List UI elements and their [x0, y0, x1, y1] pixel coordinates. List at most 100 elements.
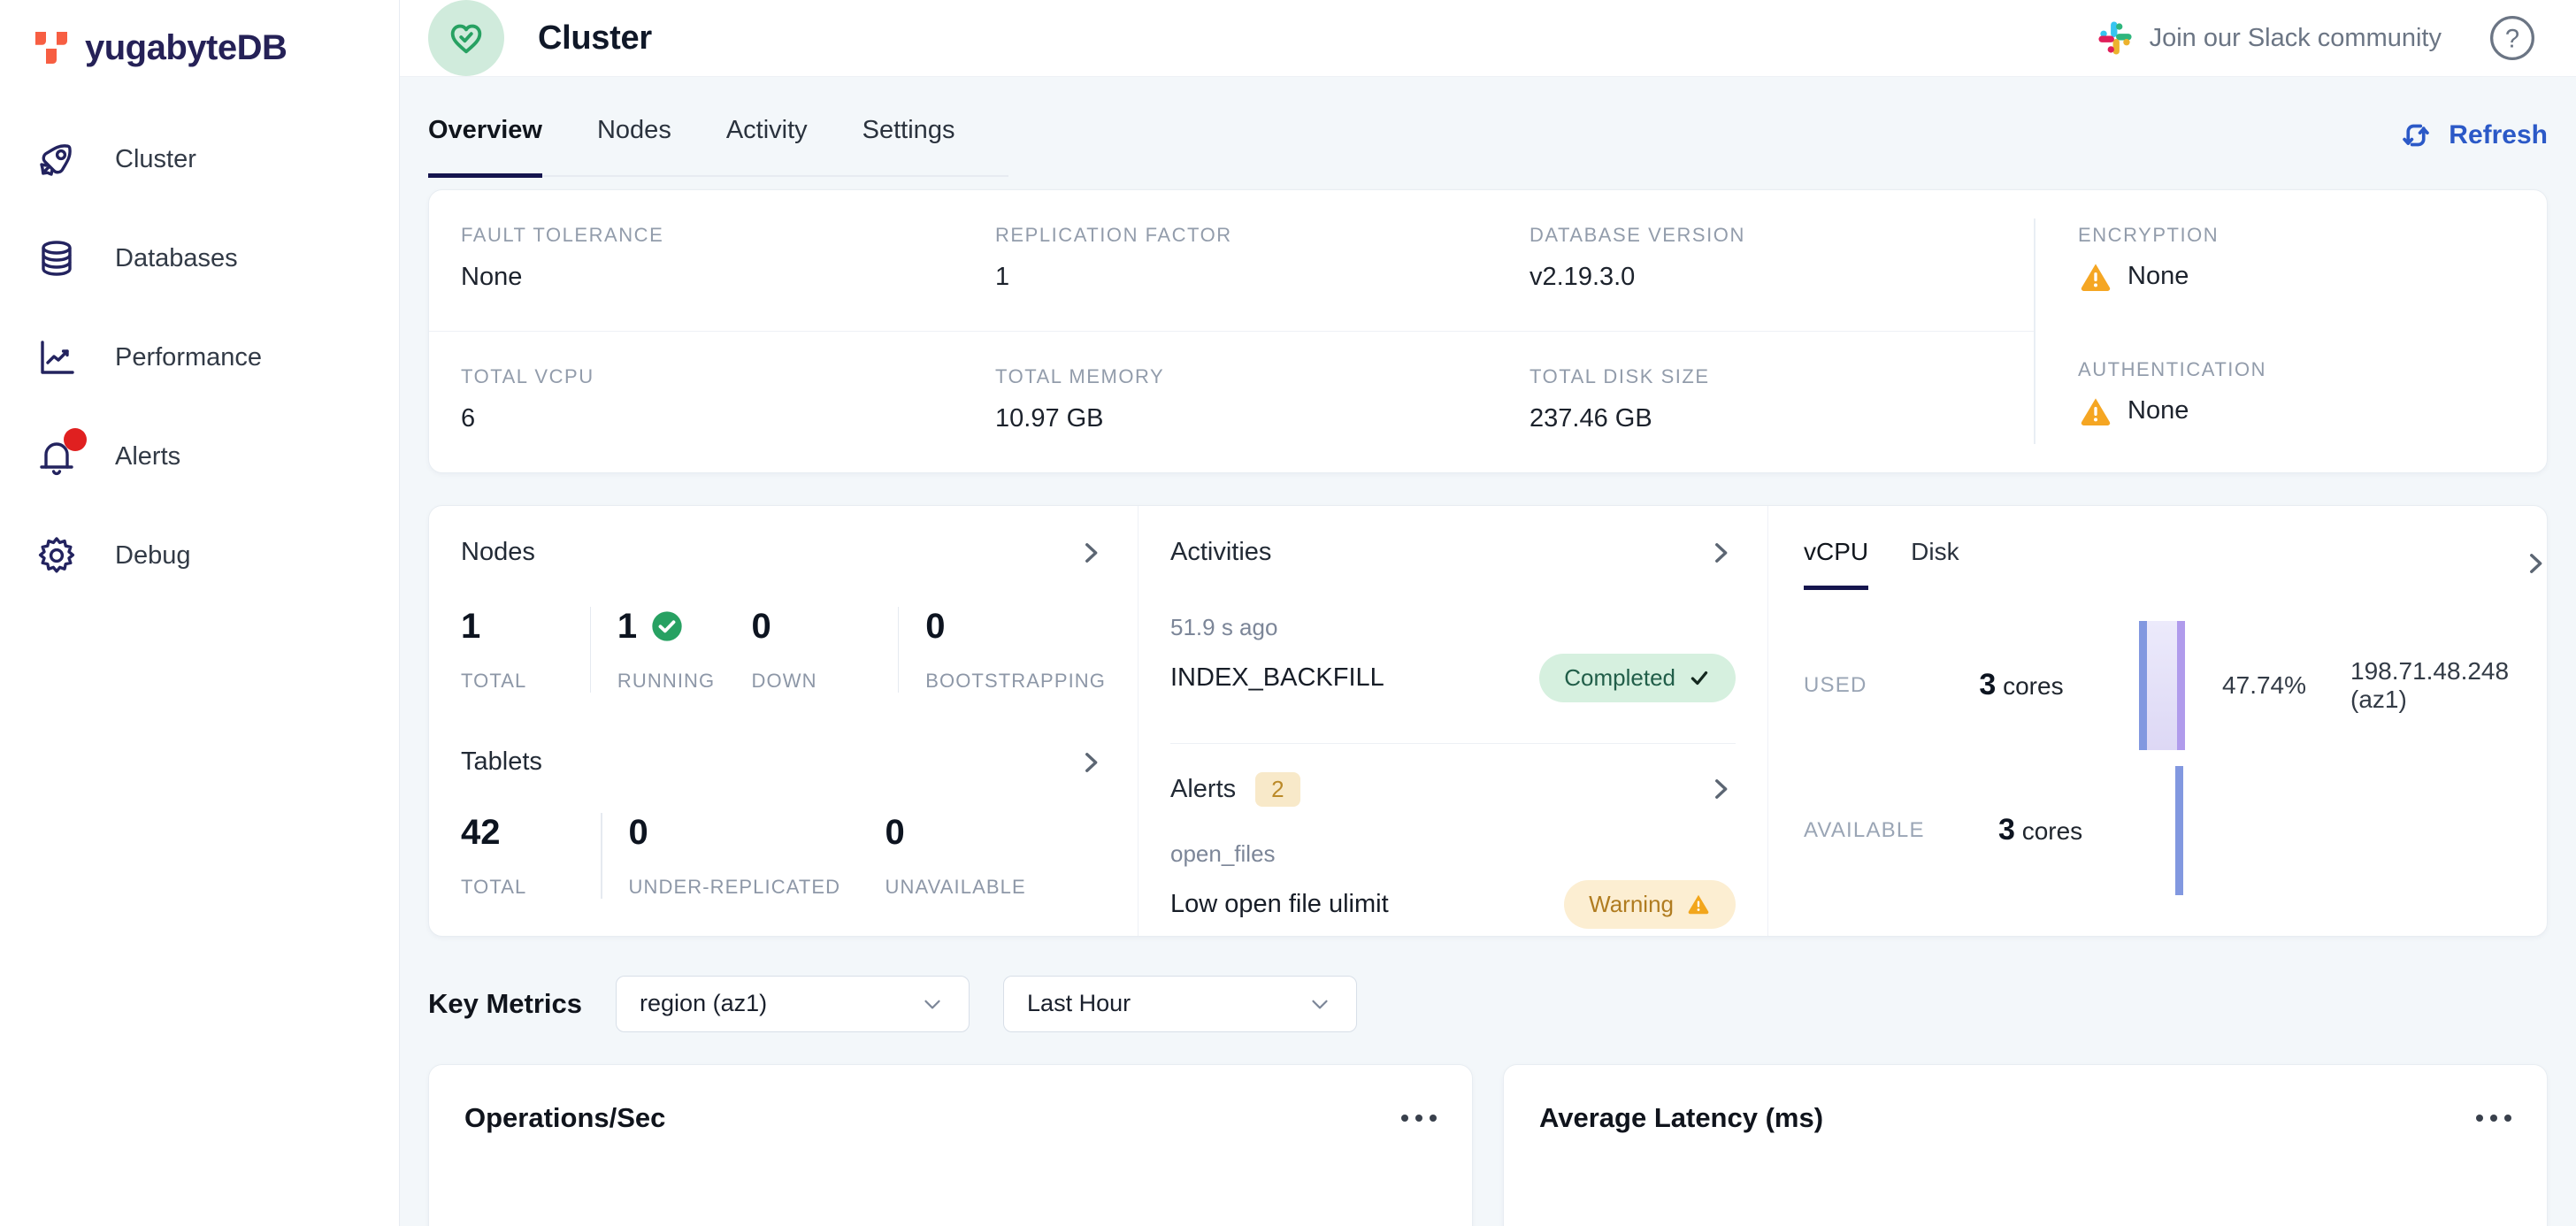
- more-options-icon[interactable]: [2476, 1102, 2511, 1122]
- nodes-running-value: 1: [617, 607, 752, 647]
- alert-row: Low open file ulimit Warning: [1170, 880, 1736, 929]
- alert-message: Low open file ulimit: [1170, 890, 1389, 919]
- average-latency-card: Average Latency (ms): [1503, 1064, 2548, 1226]
- operations-card-title: Operations/Sec: [464, 1102, 665, 1134]
- total-disk-stat: TOTAL DISK SIZE 237.46 GB: [1530, 365, 2034, 433]
- chevron-right-icon[interactable]: [1706, 538, 1736, 568]
- alerts-count-badge: 2: [1255, 772, 1300, 807]
- content: Overview Nodes Activity Settings R: [400, 77, 2576, 1226]
- sidebar-item-cluster[interactable]: Cluster: [0, 110, 399, 209]
- tablets-panel-title: Tablets: [461, 747, 542, 777]
- total-vcpu-stat: TOTAL VCPU 6: [461, 365, 995, 433]
- alerts-panel-header: Alerts 2: [1170, 772, 1736, 807]
- page-title: Cluster: [538, 19, 652, 57]
- tab-settings[interactable]: Settings: [862, 103, 955, 178]
- tablets-under-replicated-value: 0: [629, 813, 886, 853]
- tablets-panel-header: Tablets: [461, 747, 1106, 778]
- sidebar-item-label: Databases: [115, 244, 238, 273]
- status-badge-warning: Warning: [1564, 880, 1736, 929]
- refresh-button[interactable]: Refresh: [2397, 117, 2548, 177]
- database-icon: [35, 237, 78, 280]
- total-memory-stat: TOTAL MEMORY 10.97 GB: [995, 365, 1530, 433]
- activities-panel-title: Activities: [1170, 538, 1271, 567]
- fault-tolerance-stat: FAULT TOLERANCE None: [461, 224, 995, 292]
- operations-per-sec-card: Operations/Sec: [428, 1064, 1473, 1226]
- sidebar-item-label: Performance: [115, 343, 262, 372]
- tablets-total-value: 42: [461, 813, 574, 853]
- bell-icon: [35, 435, 78, 478]
- sidebar-item-label: Cluster: [115, 145, 196, 174]
- activities-panel-header: Activities: [1170, 538, 1736, 568]
- sidebar-nav: Cluster Databases: [0, 110, 399, 605]
- replication-factor-stat: REPLICATION FACTOR 1: [995, 224, 1530, 292]
- chevron-right-icon[interactable]: [1706, 774, 1736, 804]
- usage-row-used: USED 3 cores 47.74% 198.71.48.248 (az1): [1804, 613, 2550, 758]
- chevron-down-icon: [1307, 991, 1333, 1017]
- used-percent: 47.74%: [2222, 671, 2306, 700]
- performance-chart-icon: [35, 336, 78, 379]
- chevron-right-icon[interactable]: [1076, 538, 1106, 568]
- alert-notification-dot: [64, 428, 87, 451]
- sidebar-item-alerts[interactable]: Alerts: [0, 407, 399, 506]
- tab-nodes[interactable]: Nodes: [597, 103, 671, 178]
- database-version-stat: DATABASE VERSION v2.19.3.0: [1530, 224, 2034, 292]
- chevron-down-icon: [919, 991, 946, 1017]
- usage-row-available: AVAILABLE 3 cores: [1804, 758, 2550, 903]
- tablets-stats: 42 TOTAL 0 UNDER-REPLICATED 0 UNAVAILABL…: [461, 813, 1106, 899]
- slack-icon: [2097, 19, 2134, 57]
- key-metrics-toolbar: Key Metrics region (az1) Last Hour: [428, 976, 2548, 1032]
- status-badge-completed: Completed: [1539, 654, 1736, 702]
- alerts-panel-title: Alerts: [1170, 775, 1236, 804]
- sidebar-item-label: Debug: [115, 541, 190, 571]
- nodes-down-value: 0: [752, 607, 871, 647]
- rocket-icon: [35, 138, 78, 180]
- help-icon[interactable]: ?: [2488, 13, 2537, 63]
- cluster-summary-card: FAULT TOLERANCE None REPLICATION FACTOR …: [428, 189, 2548, 473]
- used-node-address: 198.71.48.248 (az1): [2350, 657, 2550, 714]
- warning-triangle-icon: [2078, 394, 2113, 429]
- activity-row: INDEX_BACKFILL Completed: [1170, 654, 1736, 702]
- alert-key: open_files: [1170, 840, 1736, 868]
- activity-name: INDEX_BACKFILL: [1170, 663, 1384, 693]
- tab-vcpu[interactable]: vCPU: [1804, 538, 1868, 590]
- tab-disk[interactable]: Disk: [1911, 538, 1959, 590]
- slack-community-link[interactable]: Join our Slack community: [2097, 19, 2442, 57]
- available-bar: [2175, 766, 2183, 895]
- cluster-health-icon: [428, 0, 504, 76]
- topbar: Cluster: [400, 0, 2576, 77]
- region-select[interactable]: region (az1): [616, 976, 970, 1032]
- overview-card: Nodes 1 TOTAL 1: [428, 505, 2548, 937]
- main-area: Cluster: [400, 0, 2576, 1226]
- nodes-panel-header: Nodes: [461, 538, 1106, 568]
- encryption-stat: ENCRYPTION None: [2078, 224, 2547, 295]
- refresh-label: Refresh: [2449, 120, 2548, 150]
- chevron-right-icon[interactable]: [1076, 747, 1106, 778]
- tab-overview[interactable]: Overview: [428, 103, 542, 178]
- check-circle-icon: [649, 609, 685, 644]
- sidebar-item-performance[interactable]: Performance: [0, 308, 399, 407]
- tab-activity[interactable]: Activity: [726, 103, 808, 178]
- time-range-select[interactable]: Last Hour: [1003, 976, 1357, 1032]
- key-metrics-title: Key Metrics: [428, 988, 582, 1020]
- app-root: yugabyteDB Cluster: [0, 0, 2576, 1226]
- slack-link-label: Join our Slack community: [2150, 24, 2442, 53]
- tablets-unavailable-value: 0: [886, 813, 1026, 853]
- warning-triangle-icon: [2078, 259, 2113, 295]
- logo-text: yugabyteDB: [85, 28, 287, 68]
- chevron-right-icon[interactable]: [2520, 548, 2550, 579]
- activity-time: 51.9 s ago: [1170, 614, 1736, 641]
- more-options-icon[interactable]: [1401, 1102, 1437, 1122]
- latency-card-title: Average Latency (ms): [1539, 1102, 1823, 1134]
- refresh-icon: [2397, 117, 2434, 154]
- yugabyte-logo-icon: [30, 27, 73, 69]
- gear-icon: [35, 534, 78, 577]
- usage-panel-header: vCPU Disk: [1804, 538, 2550, 590]
- sidebar: yugabyteDB Cluster: [0, 0, 400, 1226]
- nodes-bootstrapping-value: 0: [925, 607, 1106, 647]
- sidebar-item-label: Alerts: [115, 442, 180, 471]
- tab-bar: Overview Nodes Activity Settings R: [428, 103, 2548, 177]
- logo[interactable]: yugabyteDB: [0, 0, 399, 69]
- sidebar-item-databases[interactable]: Databases: [0, 209, 399, 308]
- nodes-panel-title: Nodes: [461, 538, 535, 567]
- sidebar-item-debug[interactable]: Debug: [0, 506, 399, 605]
